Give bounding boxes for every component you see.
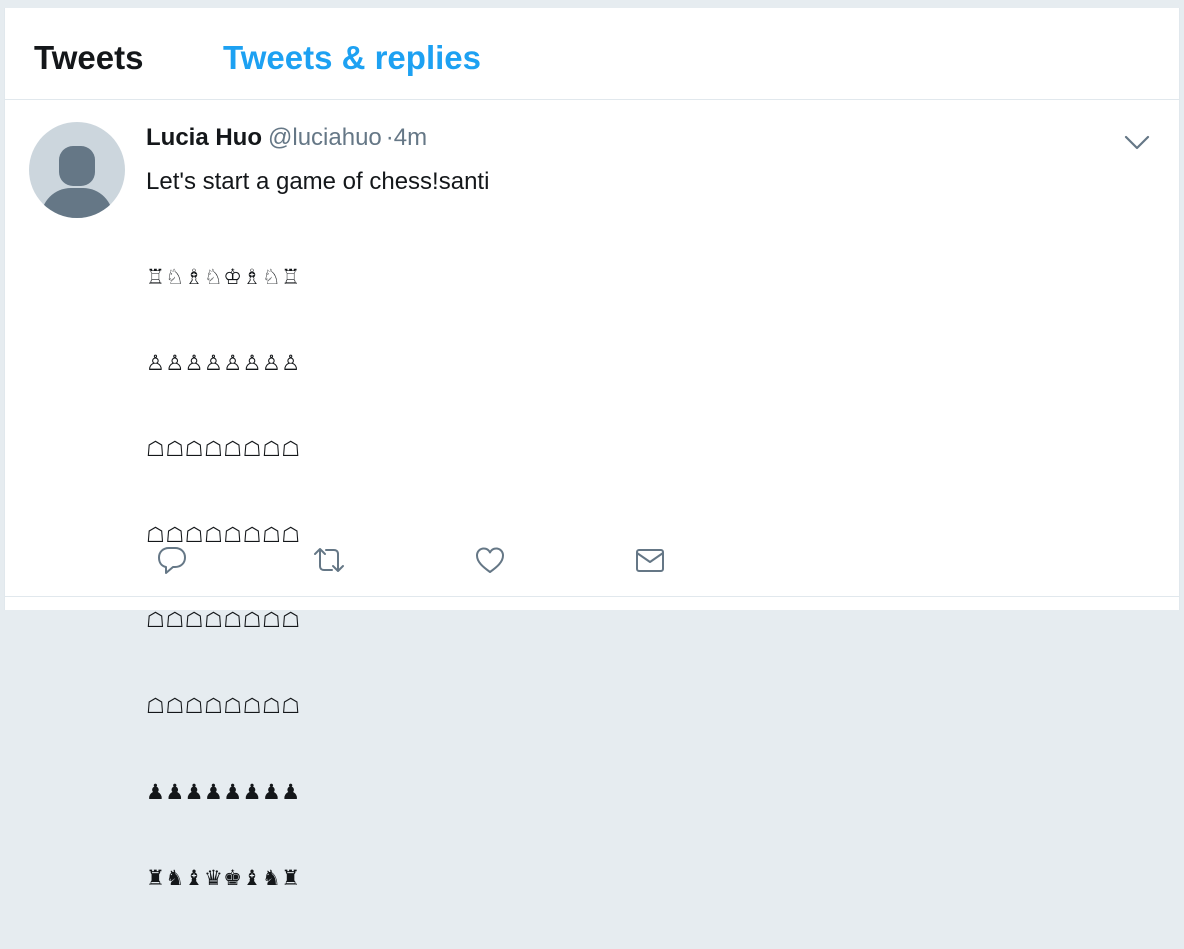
reply-icon — [158, 547, 186, 574]
board-row-5: ☖☖☖☖☖☖☖☖ — [146, 608, 301, 633]
tweet[interactable]: Lucia Huo @luciahuo ·4m Let's start a game… — [5, 100, 1179, 890]
board-row-1: ♖♘♗♘♔♗♘♖ — [146, 265, 301, 290]
tweet-timestamp[interactable]: 4m — [394, 124, 427, 151]
direct-message-button[interactable] — [630, 538, 670, 578]
tweet-header: Lucia Huo @luciahuo ·4m — [146, 122, 427, 157]
tweet-actions — [146, 538, 746, 578]
timeline-tabs: Tweets Tweets & replies — [5, 8, 1179, 100]
time-separator: · — [385, 124, 394, 151]
retweet-button[interactable] — [308, 538, 348, 578]
tab-tweets-and-replies[interactable]: Tweets & replies — [223, 38, 481, 78]
board-row-7: ♟♟♟♟♟♟♟♟ — [146, 779, 301, 804]
chevron-down-icon[interactable] — [1123, 128, 1151, 156]
retweet-icon — [314, 548, 344, 572]
tweet-text: Let's start a game of chess!santi — [146, 168, 490, 195]
board-row-6: ☖☖☖☖☖☖☖☖ — [146, 694, 301, 719]
avatar-head-shape — [59, 146, 95, 186]
profile-timeline-card: Tweets Tweets & replies Lucia Huo @luciah… — [4, 8, 1180, 890]
reply-button[interactable] — [152, 538, 192, 578]
next-tweet-edge — [5, 597, 1179, 610]
envelope-icon — [636, 549, 664, 572]
author-handle[interactable]: @luciahuo — [268, 124, 382, 151]
board-row-8: ♜♞♝♛♚♝♞♜ — [146, 865, 301, 890]
tab-tweets[interactable]: Tweets — [34, 38, 143, 78]
board-row-3: ☖☖☖☖☖☖☖☖ — [146, 436, 301, 461]
avatar[interactable] — [29, 122, 125, 218]
author-name[interactable]: Lucia Huo — [146, 124, 262, 151]
like-button[interactable] — [470, 538, 510, 578]
avatar-body-shape — [41, 188, 113, 218]
heart-icon — [476, 547, 504, 573]
board-row-2: ♙♙♙♙♙♙♙♙ — [146, 350, 301, 375]
